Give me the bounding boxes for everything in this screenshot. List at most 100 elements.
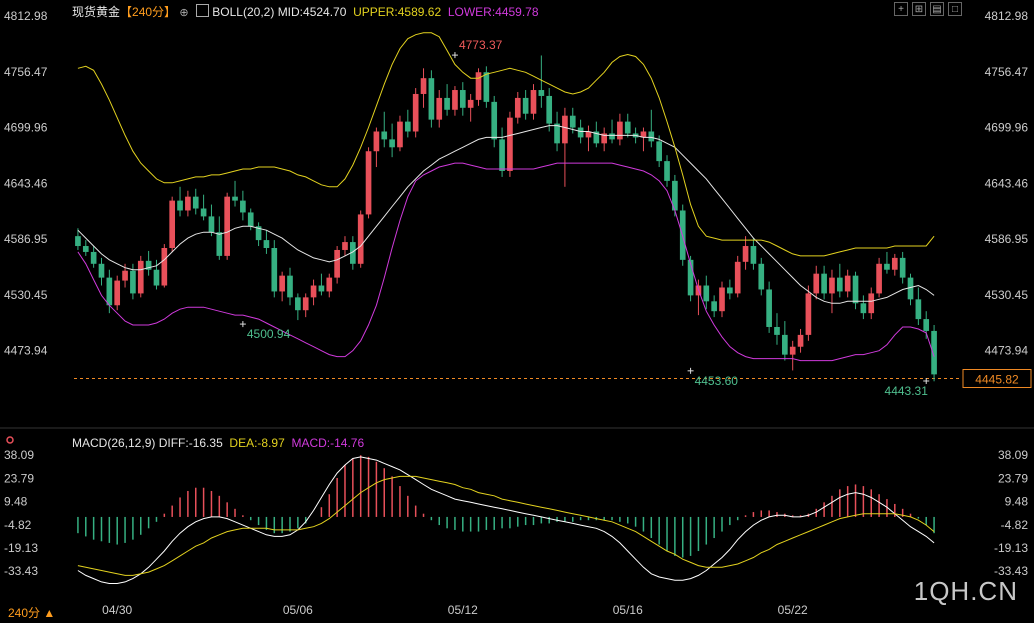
candle (711, 301, 717, 312)
candle (373, 131, 380, 152)
min-price-label: 4500.94 (247, 327, 291, 341)
candle (216, 232, 223, 256)
candle (507, 117, 513, 171)
candle (852, 275, 859, 304)
candle (648, 131, 655, 142)
candle (569, 115, 576, 128)
candle (334, 249, 340, 278)
date-tick: 05/06 (283, 603, 313, 617)
candle (774, 326, 780, 335)
price-tick-left: 4586.95 (4, 232, 48, 246)
candle (295, 297, 301, 311)
candle (884, 263, 890, 270)
candle (727, 287, 733, 294)
candle (318, 285, 325, 292)
price-tick-right: 4699.96 (985, 121, 1029, 135)
candle (656, 141, 662, 162)
candle (931, 330, 937, 375)
macd-tick-right: 38.09 (998, 448, 1028, 462)
chart-stage: 现货黄金【240分】 ⊕ BOLL(20,2) MID:4524.70 UPPE… (0, 0, 1034, 623)
macd-tick-left: -33.43 (4, 564, 38, 578)
candle (420, 78, 427, 94)
candle (326, 277, 333, 292)
price-tick-left: 4643.46 (4, 176, 48, 190)
candle (452, 90, 458, 110)
candle (868, 293, 875, 314)
candle (836, 277, 843, 292)
candle (90, 251, 97, 264)
candle (844, 275, 851, 292)
min-price-label: 4453.60 (695, 374, 739, 388)
macd-diff-line (77, 456, 935, 584)
price-tick-right: 4530.45 (985, 288, 1029, 302)
date-tick: 04/30 (102, 603, 132, 617)
candle (813, 273, 820, 294)
watermark: 1QH.CN (913, 576, 1018, 606)
candle (522, 97, 529, 114)
candle (365, 151, 372, 215)
macd-tick-right: 23.79 (998, 471, 1028, 485)
candle (789, 346, 796, 355)
candle (467, 99, 474, 108)
candle (491, 101, 498, 140)
macd-tick-left: 9.48 (4, 495, 28, 509)
indicator-dot-icon (6, 436, 14, 444)
candle (279, 275, 285, 292)
min-price-label: 4443.31 (885, 384, 929, 398)
candle (177, 200, 183, 211)
candle (169, 200, 176, 248)
candle (302, 297, 309, 311)
candle (247, 212, 254, 227)
candle (161, 248, 168, 286)
price-tick-right: 4812.98 (985, 9, 1029, 23)
candle (546, 95, 553, 124)
candle (224, 196, 230, 256)
price-tick-right: 4586.95 (985, 232, 1029, 246)
price-tick-right: 4756.47 (985, 65, 1029, 79)
macd-tick-left: 38.09 (4, 448, 34, 462)
macd-tick-left: -4.82 (4, 518, 32, 532)
candle (734, 261, 741, 294)
candle (719, 287, 725, 312)
candle (805, 293, 812, 335)
candle (797, 334, 804, 347)
macd-tick-right: -19.13 (994, 541, 1028, 555)
candle (923, 319, 930, 331)
bottom-period-button[interactable]: 240分 ▲ (8, 604, 55, 621)
candle (137, 260, 144, 294)
boll-upper-line (77, 32, 935, 257)
date-tick: 05/22 (778, 603, 808, 617)
date-tick: 05/12 (448, 603, 478, 617)
price-tick-left: 4473.94 (4, 344, 48, 358)
candle (562, 115, 568, 144)
candle (232, 196, 238, 201)
macd-tick-right: 9.48 (1005, 495, 1029, 509)
candle (82, 246, 89, 252)
candle (271, 248, 278, 292)
candle (829, 277, 835, 294)
candle (766, 289, 772, 327)
candlestick-chart-svg[interactable]: 4812.98 4812.98 4756.47 4756.47 4699.96 4699.… (0, 0, 1034, 623)
candle (389, 139, 395, 148)
candle (98, 263, 105, 278)
candle (240, 200, 246, 213)
candle (514, 97, 521, 118)
current-price-label: 4445.82 (975, 373, 1019, 387)
candle (624, 121, 631, 134)
macd-tick-left: 23.79 (4, 471, 34, 485)
candle (263, 240, 270, 248)
candle (530, 90, 537, 114)
candle (915, 299, 922, 320)
candle (130, 270, 136, 294)
candle (310, 285, 317, 298)
candle (342, 242, 348, 250)
candle (459, 90, 466, 108)
candle (860, 303, 867, 314)
price-tick-right: 4473.94 (985, 344, 1029, 358)
candle (742, 246, 749, 262)
candle (876, 263, 882, 294)
candle (185, 196, 191, 211)
price-tick-left: 4812.98 (4, 9, 48, 23)
candle (750, 246, 757, 264)
candle (75, 236, 81, 247)
